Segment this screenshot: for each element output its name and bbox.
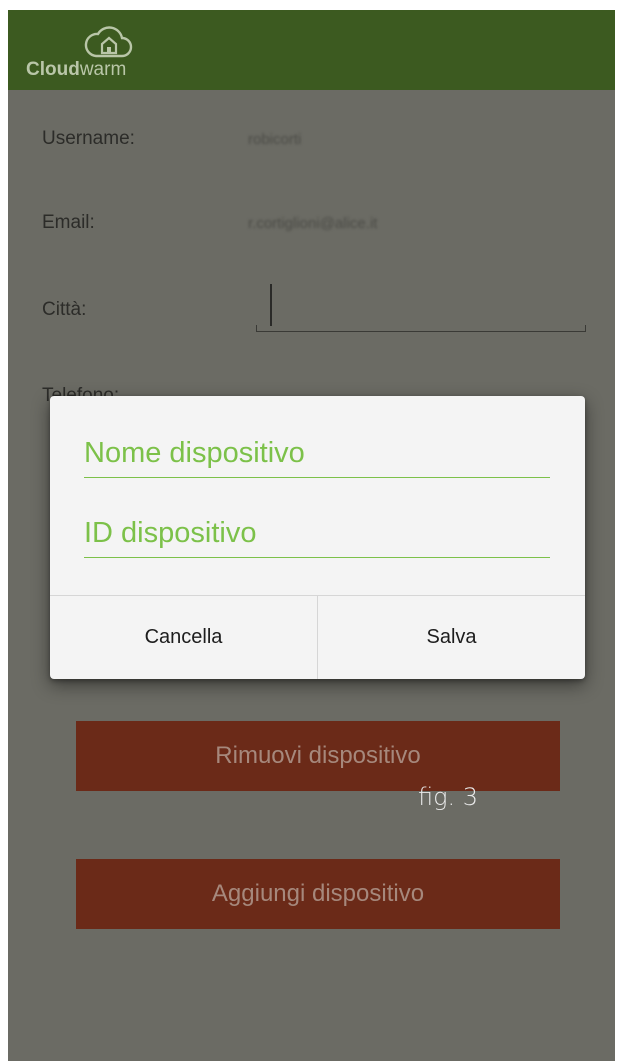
- device-id-field[interactable]: ID dispositivo: [84, 508, 550, 558]
- add-device-button[interactable]: Aggiungi dispositivo: [76, 859, 560, 929]
- cloudwarm-logo: Cloudwarm: [26, 22, 156, 82]
- device-name-field[interactable]: Nome dispositivo: [84, 428, 550, 478]
- city-label: Città:: [42, 299, 87, 320]
- remove-device-button[interactable]: Rimuovi dispositivo: [76, 721, 560, 791]
- figure-caption: fig. 3: [418, 783, 479, 811]
- save-button[interactable]: Salva: [318, 596, 585, 679]
- device-id-placeholder: ID dispositivo: [84, 517, 257, 549]
- device-name-placeholder: Nome dispositivo: [84, 437, 305, 469]
- cloud-house-icon: [84, 26, 133, 58]
- logo-wordmark: Cloudwarm: [26, 59, 127, 80]
- city-input[interactable]: [256, 284, 586, 334]
- email-value: r.cortiglioni@alice.it: [248, 215, 378, 232]
- add-device-dialog: Nome dispositivo ID dispositivo Cancella…: [50, 396, 585, 679]
- username-value: robicorti: [248, 131, 302, 148]
- username-label: Username:: [42, 128, 135, 149]
- email-label: Email:: [42, 212, 95, 233]
- app-header: Cloudwarm: [8, 10, 615, 90]
- cancel-button[interactable]: Cancella: [50, 596, 317, 679]
- text-cursor: [270, 284, 272, 326]
